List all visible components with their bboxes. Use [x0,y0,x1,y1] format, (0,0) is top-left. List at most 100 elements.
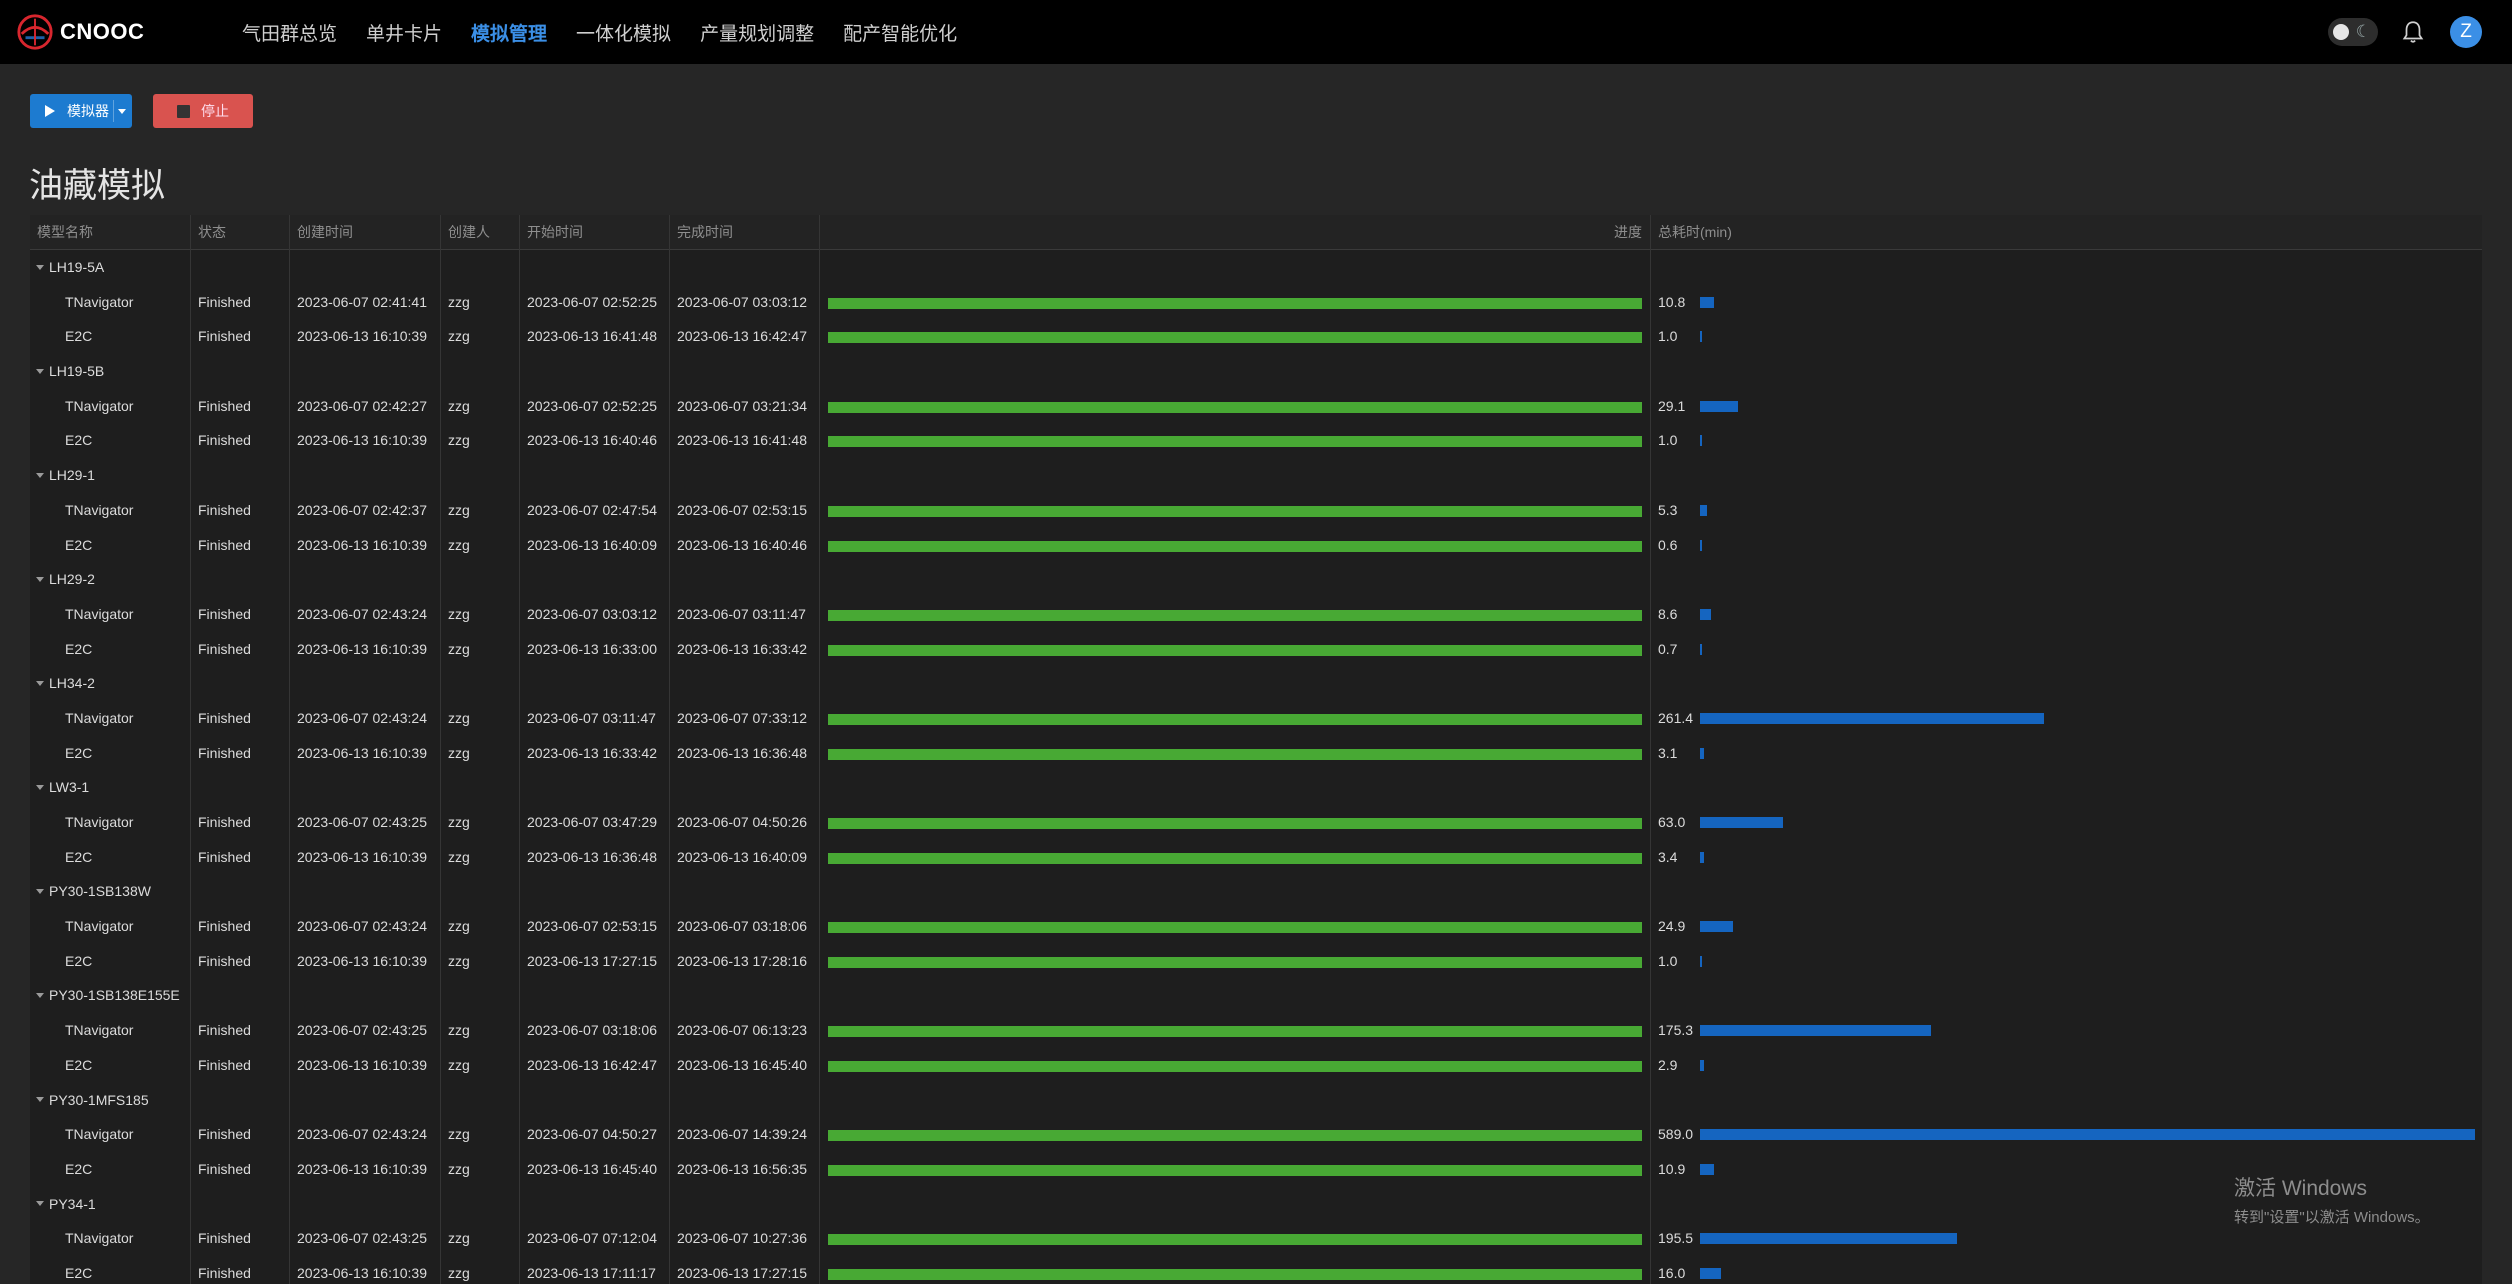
duration-bar [1700,608,1711,620]
col-header-progress[interactable]: 进度 [1614,215,1642,249]
simulator-button-label: 模拟器 [67,103,109,119]
dropdown-caret-icon[interactable] [118,109,126,114]
nav-item-0[interactable]: 气田群总览 [242,19,337,46]
col-header-start[interactable]: 开始时间 [527,215,583,249]
group-name: LH29-2 [49,571,95,588]
duration-bar [1700,851,1704,863]
group-row[interactable]: LH29-2 [30,562,2482,597]
status-text: Finished [198,328,251,345]
progress-bar [828,1130,1642,1142]
nav-item-1[interactable]: 单井卡片 [366,19,442,46]
table-row[interactable]: TNavigator Finished 2023-06-07 02:41:41 zzg… [30,285,2482,320]
nav-item-4[interactable]: 产量规划调整 [700,19,814,46]
table-row[interactable]: E2C Finished 2023-06-13 16:10:39 zzg 2023-06… [30,736,2482,771]
start-time: 2023-06-13 16:45:40 [527,1160,657,1177]
progress-bar [828,644,1642,656]
expand-caret-icon[interactable] [36,368,44,374]
progress-bar [828,1164,1642,1176]
table-row[interactable]: E2C Finished 2023-06-13 16:10:39 zzg 2023-06… [30,1152,2482,1187]
table-row[interactable]: TNavigator Finished 2023-06-07 02:43:24 zzg… [30,597,2482,632]
table-row[interactable]: TNavigator Finished 2023-06-07 02:42:27 zzg… [30,389,2482,424]
table-row[interactable]: TNavigator Finished 2023-06-07 02:43:25 zzg… [30,1221,2482,1256]
finish-time: 2023-06-07 07:33:12 [677,709,807,726]
table-row[interactable]: E2C Finished 2023-06-13 16:10:39 zzg 2023-06… [30,423,2482,458]
duration-value: 0.6 [1658,536,1678,553]
brand-logo[interactable]: CNOOC [16,13,216,51]
start-time: 2023-06-13 16:41:48 [527,328,657,345]
table-row[interactable]: TNavigator Finished 2023-06-07 02:43:24 zzg… [30,1117,2482,1152]
status-text: Finished [198,709,251,726]
expand-caret-icon[interactable] [36,993,44,999]
duration-value: 29.1 [1658,397,1686,414]
expand-caret-icon[interactable] [36,889,44,895]
col-header-created[interactable]: 创建时间 [297,215,353,249]
group-row[interactable]: LH19-5B [30,354,2482,389]
nav-item-2[interactable]: 模拟管理 [471,19,547,46]
table-row[interactable]: TNavigator Finished 2023-06-07 02:43:24 zzg… [30,909,2482,944]
main-nav: 气田群总览 单井卡片 模拟管理 一体化模拟 产量规划调整 配产智能优化 [242,19,986,46]
status-text: Finished [198,848,251,865]
table-row[interactable]: E2C Finished 2023-06-13 16:10:39 zzg 2023-06… [30,944,2482,979]
finish-time: 2023-06-13 16:56:35 [677,1160,807,1177]
expand-caret-icon[interactable] [36,472,44,478]
duration-value: 3.1 [1658,744,1678,761]
duration-value: 10.8 [1658,293,1686,310]
created-time: 2023-06-13 16:10:39 [297,328,427,345]
user-avatar[interactable]: Z [2450,16,2482,48]
progress-bar [828,436,1642,448]
progress-bar [828,1026,1642,1038]
group-row[interactable]: PY30-1SB138E155E [30,978,2482,1013]
table-row[interactable]: TNavigator Finished 2023-06-07 02:43:25 zzg… [30,1013,2482,1048]
progress-bar [828,505,1642,517]
table-row[interactable]: TNavigator Finished 2023-06-07 02:43:24 zzg… [30,701,2482,736]
table-row[interactable]: TNavigator Finished 2023-06-07 02:42:37 zzg… [30,493,2482,528]
nav-item-5[interactable]: 配产智能优化 [843,19,957,46]
col-header-creator[interactable]: 创建人 [448,215,490,249]
start-time: 2023-06-13 16:36:48 [527,848,657,865]
col-header-duration[interactable]: 总耗时(min) [1658,215,1732,249]
finish-time: 2023-06-13 16:40:46 [677,536,807,553]
group-row[interactable]: PY30-1SB138W [30,874,2482,909]
theme-toggle[interactable]: ☾ [2328,18,2378,46]
table-row[interactable]: E2C Finished 2023-06-13 16:10:39 zzg 2023-06… [30,840,2482,875]
table-row[interactable]: E2C Finished 2023-06-13 16:10:39 zzg 2023-06… [30,1256,2482,1284]
table-row[interactable]: TNavigator Finished 2023-06-07 02:43:25 zzg… [30,805,2482,840]
duration-value: 589.0 [1658,1126,1694,1143]
model-name: E2C [65,640,93,657]
simulator-button[interactable]: 模拟器 [30,94,132,128]
expand-caret-icon[interactable] [36,264,44,270]
expand-caret-icon[interactable] [36,1201,44,1207]
stop-button[interactable]: 停止 [153,94,253,128]
creator: zzg [448,397,470,414]
group-row[interactable]: LH29-1 [30,458,2482,493]
group-row[interactable]: PY34-1 [30,1187,2482,1222]
created-time: 2023-06-07 02:42:27 [297,397,427,414]
model-name: E2C [65,328,93,345]
group-row[interactable]: LW3-1 [30,770,2482,805]
table-row[interactable]: E2C Finished 2023-06-13 16:10:39 zzg 2023-06… [30,1048,2482,1083]
status-text: Finished [198,640,251,657]
group-row[interactable]: LH34-2 [30,666,2482,701]
creator: zzg [448,1264,470,1281]
group-row[interactable]: LH19-5A [30,250,2482,285]
table-row[interactable]: E2C Finished 2023-06-13 16:10:39 zzg 2023-06… [30,528,2482,563]
bell-icon[interactable] [2400,19,2426,45]
duration-bar [1700,1163,1714,1175]
expand-caret-icon[interactable] [36,785,44,791]
expand-caret-icon[interactable] [36,1097,44,1103]
group-row[interactable]: PY30-1MFS185 [30,1083,2482,1118]
finish-time: 2023-06-07 06:13:23 [677,1022,807,1039]
col-header-finish[interactable]: 完成时间 [677,215,733,249]
duration-bar [1700,817,1783,828]
expand-caret-icon[interactable] [36,576,44,582]
group-cell: LH19-5B [30,354,104,389]
progress-bar [828,922,1642,934]
table-row[interactable]: E2C Finished 2023-06-13 16:10:39 zzg 2023-06… [30,632,2482,667]
table-row[interactable]: E2C Finished 2023-06-13 16:10:39 zzg 2023-06… [30,319,2482,354]
nav-item-3[interactable]: 一体化模拟 [576,19,671,46]
start-time: 2023-06-07 02:52:25 [527,397,657,414]
cnooc-logo-icon [17,14,53,50]
expand-caret-icon[interactable] [36,681,44,687]
col-header-status[interactable]: 状态 [198,215,226,249]
col-header-name[interactable]: 模型名称 [37,215,93,249]
